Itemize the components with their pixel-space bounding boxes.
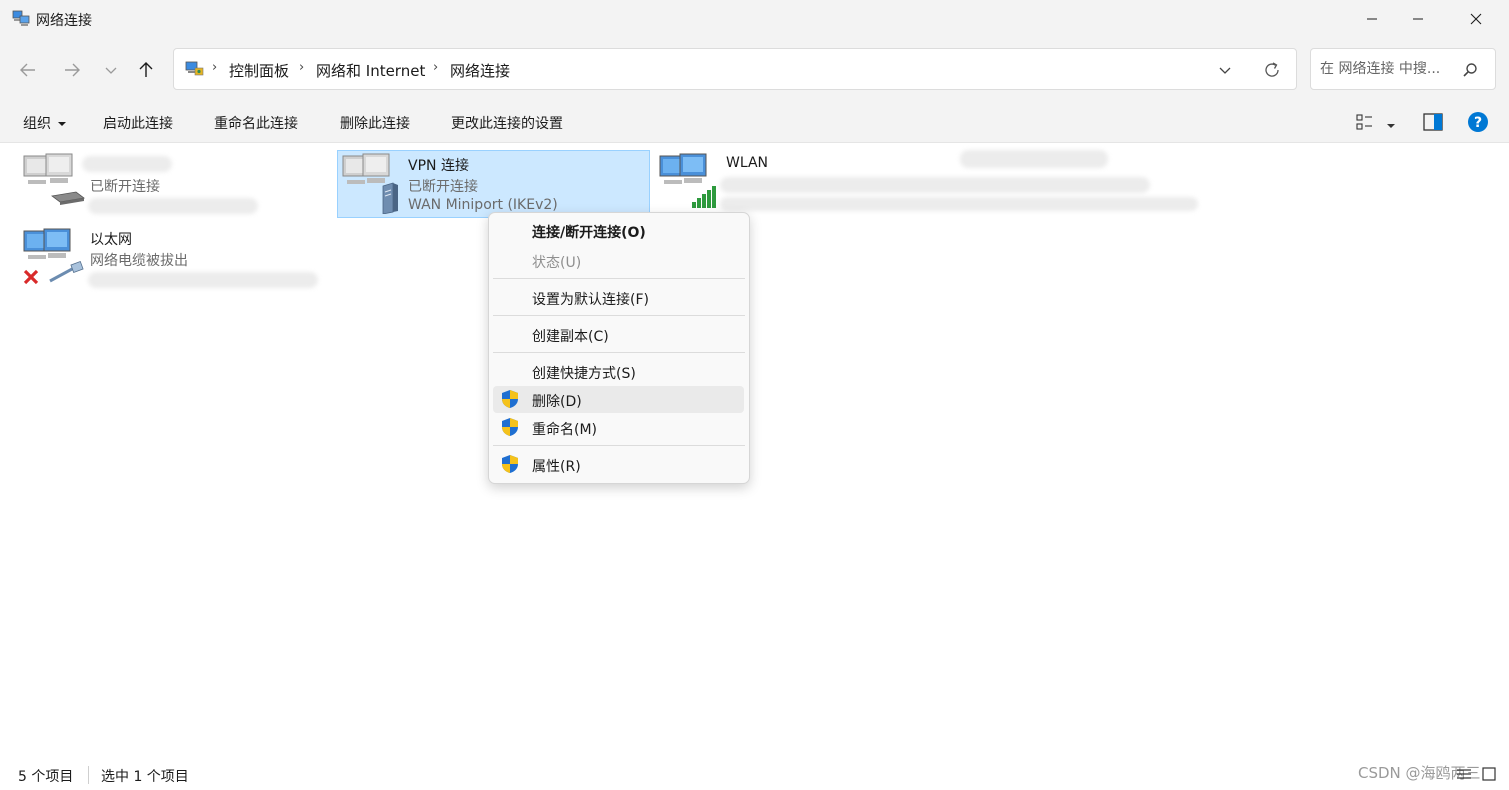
item-count: 5 个项目: [18, 769, 74, 785]
blurred-device: [720, 197, 1198, 211]
large-icons-view-icon: [1482, 767, 1496, 781]
help-icon: ?: [1468, 112, 1488, 132]
back-arrow-icon: [20, 63, 35, 77]
uac-shield-icon: [500, 454, 520, 474]
recent-chevron-icon: [105, 67, 117, 74]
organize-menu-button[interactable]: 组织: [23, 113, 67, 133]
status-separator: [88, 766, 89, 784]
window-title: 网络连接: [36, 13, 92, 29]
up-button[interactable]: [130, 54, 162, 86]
menu-connect-disconnect[interactable]: 连接/断开连接(O): [532, 222, 646, 242]
chevron-down-icon: [1219, 67, 1231, 74]
menu-hover-highlight: [493, 386, 744, 413]
blurred-name: [82, 156, 172, 172]
search-icon[interactable]: [1462, 62, 1478, 82]
computer-icon: [23, 228, 71, 259]
minimize-icon: [1367, 18, 1377, 20]
large-icons-view-button[interactable]: [1481, 766, 1497, 786]
address-history-button[interactable]: [1218, 63, 1232, 81]
computer-icon: [342, 153, 390, 184]
close-button[interactable]: [1453, 0, 1499, 38]
connection-item-ethernet[interactable]: [22, 227, 86, 293]
refresh-icon: [1265, 62, 1279, 77]
view-dropdown-button[interactable]: [1386, 118, 1396, 134]
blurred-device: [88, 272, 318, 288]
breadcrumb-separator: ›: [433, 60, 439, 75]
change-view-button[interactable]: [1356, 113, 1374, 135]
refresh-button[interactable]: [1263, 61, 1281, 83]
item-status: 已断开连接: [90, 179, 160, 195]
menu-separator: [493, 315, 745, 316]
menu-separator: [493, 278, 745, 279]
connection-item-1[interactable]: [22, 152, 86, 214]
context-menu: [488, 212, 750, 484]
menu-separator: [493, 445, 745, 446]
forward-button[interactable]: [56, 54, 88, 86]
breadcrumb-separator: ›: [212, 60, 218, 75]
blurred-device: [88, 198, 258, 214]
back-button[interactable]: [12, 54, 44, 86]
preview-pane-button[interactable]: [1423, 113, 1443, 135]
menu-delete[interactable]: 删除(D): [532, 391, 582, 411]
title-bar: [0, 0, 1509, 38]
layout-icon: [1356, 114, 1372, 130]
recent-locations-button[interactable]: [95, 54, 127, 86]
item-device: WAN Miniport (IKEv2): [408, 197, 558, 213]
computer-icon: [23, 153, 73, 184]
menu-set-default[interactable]: 设置为默认连接(F): [532, 289, 649, 309]
menu-separator: [493, 352, 745, 353]
menu-rename[interactable]: 重命名(M): [532, 419, 597, 439]
blurred-status: [720, 177, 1150, 193]
item-status: 已断开连接: [408, 179, 478, 195]
up-arrow-icon: [139, 62, 153, 77]
search-input[interactable]: [1320, 61, 1460, 77]
svg-text:?: ?: [1474, 115, 1482, 131]
organize-label: 组织: [23, 116, 51, 132]
change-settings-button[interactable]: 更改此连接的设置: [451, 113, 563, 133]
connection-item-wlan[interactable]: [658, 152, 722, 214]
rename-connection-button[interactable]: 重命名此连接: [214, 113, 298, 133]
red-x-icon: [23, 269, 39, 285]
details-view-button[interactable]: [1456, 766, 1472, 786]
maximize-button[interactable]: [1396, 0, 1442, 38]
uac-shield-icon: [500, 417, 520, 437]
breadcrumb-network-connections[interactable]: 网络连接: [450, 60, 510, 81]
menu-status: 状态(U): [532, 255, 582, 271]
close-icon: [1470, 13, 1482, 25]
menu-properties[interactable]: 属性(R): [532, 456, 581, 476]
menu-create-shortcut[interactable]: 创建快捷方式(S): [532, 363, 636, 383]
control-panel-icon: [185, 60, 205, 82]
delete-connection-button[interactable]: 删除此连接: [340, 113, 410, 133]
selected-count: 选中 1 个项目: [101, 769, 189, 785]
ethernet-cable-icon: [49, 261, 84, 283]
blurred-extra: [960, 150, 1108, 168]
minimize-btn[interactable]: [1349, 0, 1395, 38]
vpn-server-icon: [382, 182, 398, 215]
help-button[interactable]: ?: [1467, 111, 1489, 137]
details-view-icon: [1457, 769, 1471, 779]
menu-create-copy[interactable]: 创建副本(C): [532, 326, 609, 346]
item-status: 网络电缆被拔出: [90, 253, 188, 269]
network-connections-icon: [12, 10, 30, 26]
dropdown-arrow-icon: [58, 122, 67, 126]
breadcrumb-control-panel[interactable]: 控制面板: [229, 60, 289, 81]
computer-icon: [659, 153, 707, 184]
item-name: WLAN: [726, 155, 769, 171]
breadcrumb-separator: ›: [299, 60, 305, 75]
dropdown-arrow-icon: [1387, 124, 1395, 128]
uac-shield-icon: [500, 389, 520, 409]
breadcrumb-network-internet[interactable]: 网络和 Internet: [316, 60, 425, 81]
forward-arrow-icon: [65, 63, 80, 77]
wifi-signal-icon: [692, 186, 716, 208]
item-name: 以太网: [90, 232, 132, 248]
vpn-icon-group: [341, 152, 405, 218]
item-name: VPN 连接: [408, 158, 469, 174]
modem-icon: [51, 191, 85, 205]
start-connection-button[interactable]: 启动此连接: [103, 113, 173, 133]
preview-pane-icon: [1423, 113, 1443, 131]
